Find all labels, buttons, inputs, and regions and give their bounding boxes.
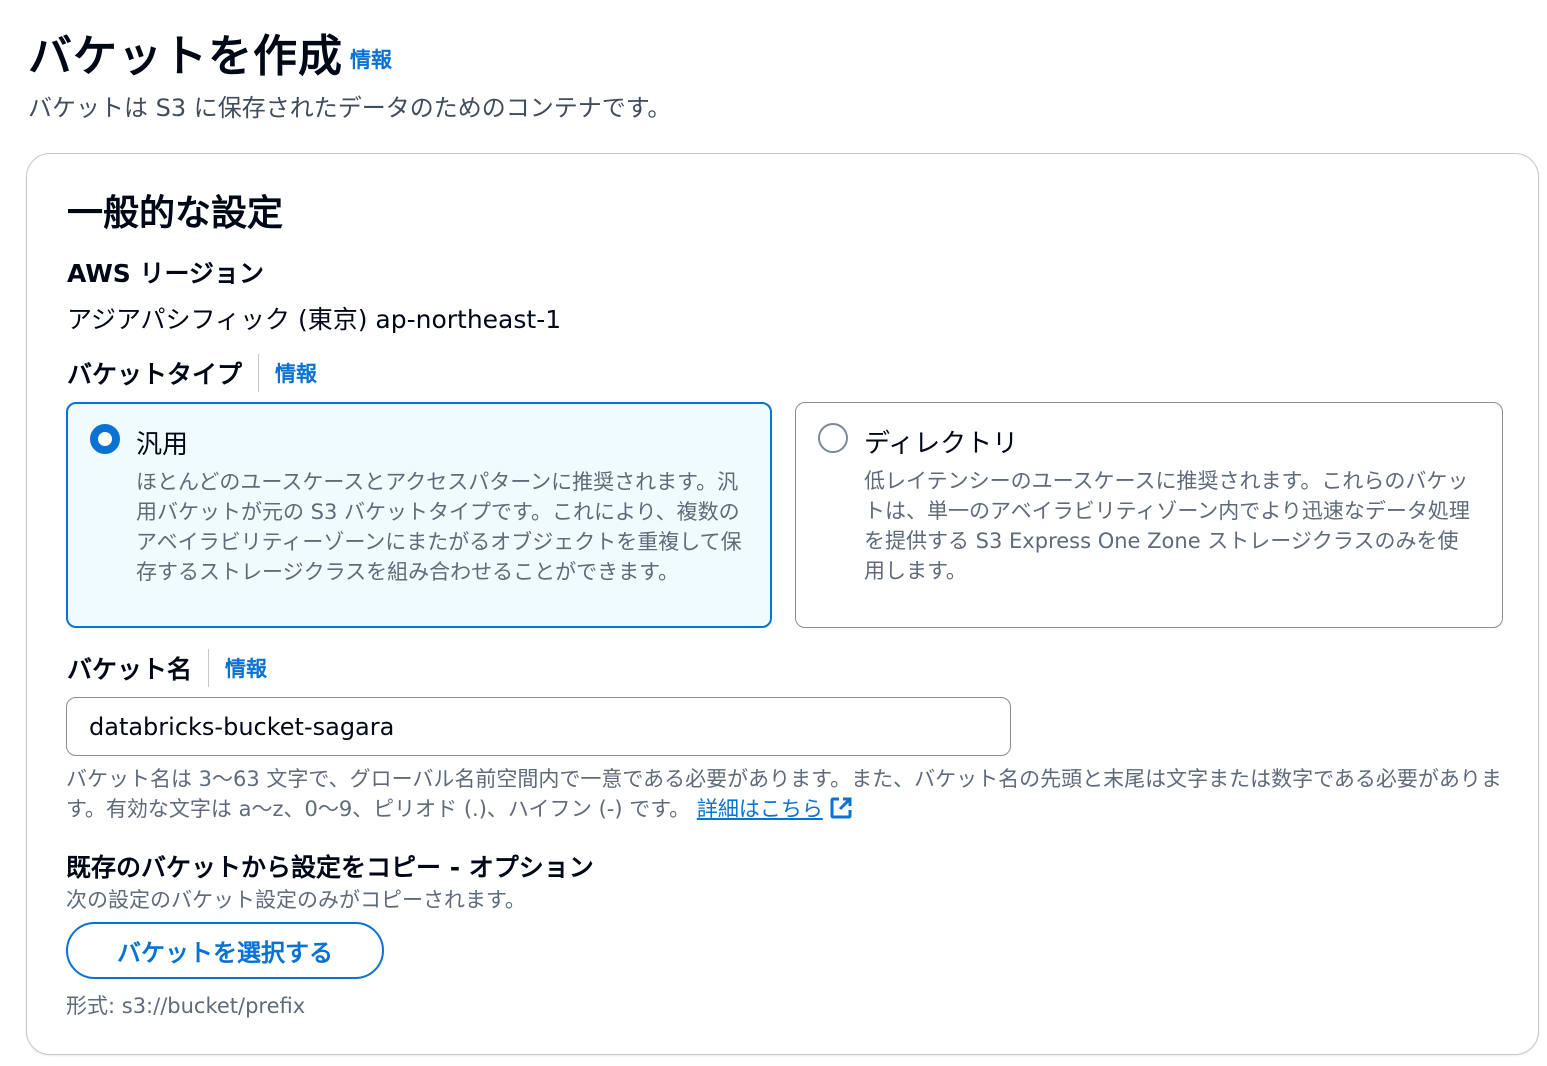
bucket-name-info-link[interactable]: 情報: [225, 653, 267, 683]
page-description: バケットは S3 に保存されたデータのためのコンテナです。: [28, 94, 672, 122]
tile-description: ほとんどのユースケースとアクセスパターンに推奨されます。汎用バケットが元の S3…: [136, 470, 742, 584]
bucket-type-directory-tile[interactable]: ディレクトリ 低レイテンシーのユースケースに推奨されます。これらのバケットは、単…: [795, 402, 1503, 628]
copy-settings-title: 既存のバケットから設定をコピー - オプション: [66, 853, 594, 882]
copy-settings-description: 次の設定のバケット設定のみがコピーされます。: [66, 888, 526, 912]
create-bucket-page: バケットを作成 情報 バケットは S3 に保存されたデータのためのコンテナです。…: [0, 0, 1547, 1066]
external-link-icon[interactable]: [829, 796, 853, 828]
region-value: アジアパシフィック (東京) ap-northeast-1: [67, 305, 562, 334]
radio-selected-icon[interactable]: [90, 424, 120, 454]
bucket-type-general-purpose-tile[interactable]: 汎用 ほとんどのユースケースとアクセスパターンに推奨されます。汎用バケットが元の…: [66, 402, 772, 628]
learn-more-link[interactable]: 詳細はこちら: [697, 797, 823, 821]
label-divider: [208, 649, 210, 687]
choose-bucket-button[interactable]: バケットを選択する: [66, 922, 384, 979]
region-label: AWS リージョン: [67, 254, 264, 290]
page-title: バケットを作成: [28, 31, 343, 82]
page-title-info-link[interactable]: 情報: [350, 44, 392, 74]
tile-title: ディレクトリ: [864, 429, 1019, 459]
general-settings-panel: 一般的な設定 AWS リージョン アジアパシフィック (東京) ap-north…: [26, 153, 1539, 1055]
bucket-type-info-link[interactable]: 情報: [275, 358, 317, 388]
learn-more-text: 詳細はこちら: [696, 797, 823, 821]
panel-title: 一般的な設定: [67, 193, 284, 234]
region-label-text: AWS リージョン: [67, 259, 265, 288]
bucket-name-input[interactable]: [66, 697, 1011, 756]
format-hint: 形式: s3://bucket/prefix: [66, 994, 306, 1018]
bucket-type-label: バケットタイプ 情報: [67, 354, 317, 392]
radio-unselected-icon[interactable]: [818, 423, 848, 453]
bucket-name-label-text: バケット名: [67, 655, 193, 684]
tile-title: 汎用: [136, 430, 189, 460]
bucket-name-label: バケット名 情報: [67, 649, 267, 687]
label-divider: [258, 354, 260, 392]
bucket-type-label-text: バケットタイプ: [67, 360, 243, 389]
tile-description: 低レイテンシーのユースケースに推奨されます。これらのバケットは、単一のアベイラビ…: [864, 469, 1470, 583]
bucket-name-constraint: バケット名は 3〜63 文字で、グローバル名前空間内で一意である必要があります。…: [66, 764, 1506, 828]
